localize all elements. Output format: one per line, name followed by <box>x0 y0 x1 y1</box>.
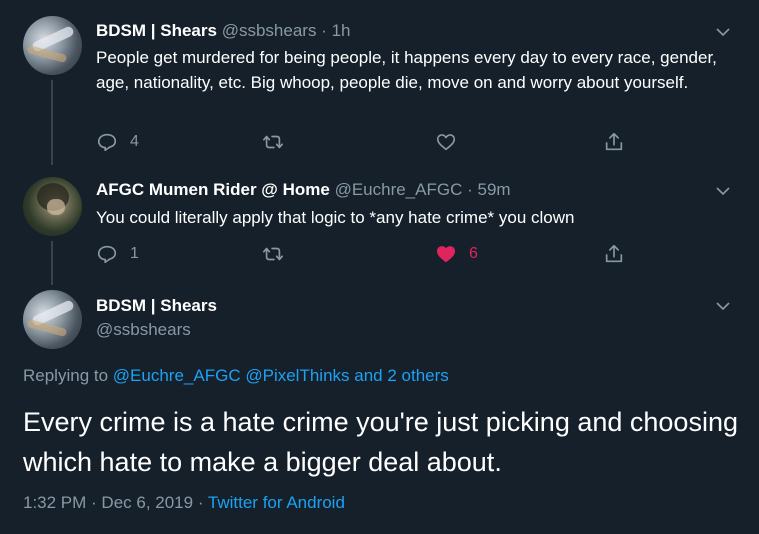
share-button[interactable] <box>603 242 625 266</box>
tweet-time[interactable]: 1h <box>332 21 351 40</box>
reply-button[interactable]: 4 <box>96 130 139 154</box>
tweet-header: AFGC Mumen Rider @ Home @Euchre_AFGC · 5… <box>96 180 511 200</box>
reply-icon <box>97 245 117 264</box>
retweet-button[interactable] <box>262 130 296 154</box>
source-link[interactable]: Twitter for Android <box>208 493 345 512</box>
tweet-header: BDSM | Shears @ssbshears · 1h <box>96 21 351 41</box>
focused-tweet-text: Every crime is a hate crime you're just … <box>23 407 738 477</box>
share-icon <box>605 244 623 263</box>
share-button[interactable] <box>603 130 625 154</box>
tweet-thread: BDSM | Shears @ssbshears · 1h People get… <box>0 0 759 534</box>
tweet-text: People get murdered for being people, it… <box>96 48 717 92</box>
chevron-down-icon[interactable] <box>715 24 731 40</box>
separator-dot: · <box>321 21 327 40</box>
retweet-icon <box>263 135 283 149</box>
replying-to-line: Replying to @Euchre_AFGC @PixelThinks an… <box>23 366 449 386</box>
tweet-actions: 4 <box>96 130 656 154</box>
avatar[interactable] <box>23 177 82 236</box>
replying-prefix: Replying to <box>23 366 109 385</box>
avatar[interactable] <box>23 290 82 349</box>
mention-link[interactable]: @PixelThinks <box>245 366 349 385</box>
separator-dot: · <box>467 180 473 199</box>
display-name[interactable]: AFGC Mumen Rider @ Home <box>96 180 330 199</box>
share-icon <box>605 132 623 151</box>
reply-button[interactable]: 1 <box>96 242 139 266</box>
focused-display-name: BDSM | Shears <box>96 296 217 316</box>
focused-handle: @ssbshears <box>96 320 191 340</box>
chevron-down-icon[interactable] <box>715 183 731 199</box>
user-handle[interactable]: @ssbshears <box>96 320 191 339</box>
tweet-text: You could literally apply that logic to … <box>96 208 575 227</box>
like-count: 6 <box>469 245 478 262</box>
retweet-button[interactable] <box>262 242 296 266</box>
chevron-down-icon[interactable] <box>715 298 731 314</box>
others-link[interactable]: and 2 others <box>354 366 449 385</box>
like-button[interactable] <box>435 130 469 154</box>
like-icon <box>436 134 456 151</box>
reply-icon <box>97 133 117 152</box>
user-handle[interactable]: @Euchre_AFGC <box>335 180 463 199</box>
tweet-metadata: 1:32 PM · Dec 6, 2019 · Twitter for Andr… <box>23 493 345 513</box>
display-name[interactable]: BDSM | Shears <box>96 296 217 315</box>
tweet-time[interactable]: 59m <box>478 180 511 199</box>
reply-count: 1 <box>130 245 139 262</box>
tweet-actions: 1 6 <box>96 242 656 266</box>
reply-count: 4 <box>130 133 139 150</box>
avatar[interactable] <box>23 16 82 75</box>
user-handle[interactable]: @ssbshears <box>222 21 317 40</box>
thread-connector <box>51 241 53 285</box>
mention-link[interactable]: @Euchre_AFGC <box>113 366 241 385</box>
timestamp[interactable]: 1:32 PM · Dec 6, 2019 · <box>23 493 203 512</box>
like-button[interactable]: 6 <box>435 242 478 266</box>
like-icon <box>436 246 456 263</box>
display-name[interactable]: BDSM | Shears <box>96 21 217 40</box>
retweet-icon <box>263 247 283 261</box>
thread-connector <box>51 80 53 165</box>
